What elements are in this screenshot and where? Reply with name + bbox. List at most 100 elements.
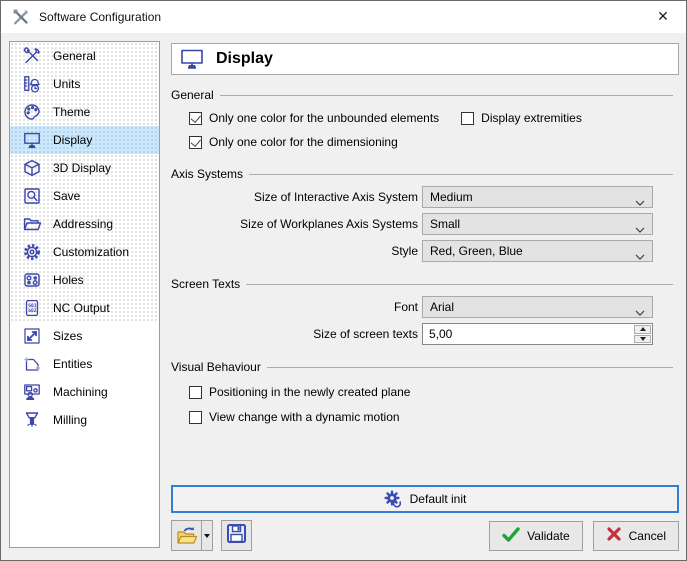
dimensioning-color-checkbox[interactable]	[189, 136, 202, 149]
group-title: Visual Behaviour	[171, 360, 261, 374]
group-title: Axis Systems	[171, 167, 243, 181]
sidebar-item-theme[interactable]: Theme	[10, 98, 159, 126]
gear-icon	[19, 240, 45, 264]
plate-holes-icon	[19, 268, 45, 292]
dropdown-arrow-icon	[204, 534, 210, 538]
svg-text:G01: G01	[28, 303, 37, 309]
sidebar-item-3d-display[interactable]: 3D Display	[10, 154, 159, 182]
form-row: Style Red, Green, Blue	[171, 240, 679, 262]
disk-magnifier-icon	[19, 184, 45, 208]
chevron-down-icon	[635, 249, 645, 263]
group-general-heading: General	[171, 88, 679, 102]
gcode-document-icon: G01 G02	[19, 296, 45, 320]
sidebar-item-label: General	[53, 49, 96, 63]
selected-value: Small	[430, 217, 460, 231]
settings-panel: Display General Only one color for the u…	[171, 43, 679, 424]
workplanes-axis-size-select[interactable]: Small	[422, 213, 653, 235]
screen-text-size-spinner	[422, 323, 653, 345]
group-screen-texts: Screen Texts Font Arial Size of screen t…	[171, 277, 679, 345]
field-label: Size of Interactive Axis System	[171, 190, 422, 204]
checkbox-label: Display extremities	[481, 111, 582, 125]
sidebar-item-holes[interactable]: Holes	[10, 266, 159, 294]
page-title: Display	[216, 50, 273, 68]
x-icon	[606, 526, 622, 545]
dialog-body: General Units	[1, 33, 686, 560]
field-label: Size of Workplanes Axis Systems	[171, 217, 422, 231]
svg-text:G02: G02	[28, 308, 37, 314]
sidebar-item-machining[interactable]: Machining	[10, 378, 159, 406]
open-dropdown-arrow[interactable]	[201, 521, 212, 550]
category-list: General Units	[9, 41, 160, 548]
spin-up-button[interactable]	[634, 325, 651, 334]
checkbox-row: View change with a dynamic motion	[189, 410, 679, 424]
sidebar-item-milling[interactable]: Milling	[10, 406, 159, 434]
sidebar-item-label: 3D Display	[53, 161, 111, 175]
sidebar-item-label: Display	[53, 133, 92, 147]
group-visual-heading: Visual Behaviour	[171, 360, 679, 374]
sidebar-item-nc-output[interactable]: G01 G02 NC Output	[10, 294, 159, 322]
selected-value: Red, Green, Blue	[430, 244, 523, 258]
checkbox-label: Positioning in the newly created plane	[209, 385, 410, 399]
open-config-split-button[interactable]	[171, 520, 213, 551]
crossed-tools-icon	[12, 8, 30, 26]
field-label: Font	[171, 300, 422, 314]
cancel-button[interactable]: Cancel	[593, 521, 679, 551]
chevron-down-icon	[635, 305, 645, 319]
group-axis-heading: Axis Systems	[171, 167, 679, 181]
palette-icon	[19, 100, 45, 124]
sidebar-item-label: Units	[53, 77, 80, 91]
sidebar-item-customization[interactable]: Customization	[10, 238, 159, 266]
chevron-down-icon	[635, 195, 645, 209]
dynamic-motion-checkbox[interactable]	[189, 411, 202, 424]
unbounded-elements-checkbox[interactable]	[189, 112, 202, 125]
checkmark-icon	[502, 527, 520, 545]
monitor-icon	[180, 48, 204, 70]
close-button[interactable]: ✕	[640, 1, 686, 32]
wrench-hammer-icon	[19, 44, 45, 68]
screen-text-size-input[interactable]	[423, 324, 631, 344]
field-label: Size of screen texts	[171, 327, 422, 341]
sidebar-item-general[interactable]: General	[10, 42, 159, 70]
diagonal-arrow-icon	[19, 324, 45, 348]
software-configuration-dialog: Software Configuration ✕ General	[0, 0, 687, 561]
sidebar-item-label: Holes	[53, 273, 84, 287]
ruler-bell-clock-icon	[19, 72, 45, 96]
sidebar-item-addressing[interactable]: Addressing	[10, 210, 159, 238]
footer-toolbar: Validate Cancel	[171, 520, 679, 551]
sidebar-item-sizes[interactable]: Sizes	[10, 322, 159, 350]
sidebar-item-label: Theme	[53, 105, 90, 119]
display-extremities-checkbox[interactable]	[461, 112, 474, 125]
checkbox-row: Only one color for the unbounded element…	[189, 111, 679, 125]
sidebar-item-save[interactable]: Save	[10, 182, 159, 210]
sidebar-item-label: Sizes	[53, 329, 82, 343]
font-select[interactable]: Arial	[422, 296, 653, 318]
axis-style-select[interactable]: Red, Green, Blue	[422, 240, 653, 262]
interactive-axis-size-select[interactable]: Medium	[422, 186, 653, 208]
sidebar-item-units[interactable]: Units	[10, 70, 159, 98]
sidebar-item-entities[interactable]: Entities	[10, 350, 159, 378]
open-folder-icon	[172, 521, 201, 550]
floppy-disk-icon	[226, 523, 247, 549]
validate-button[interactable]: Validate	[489, 521, 582, 551]
sidebar-item-label: Machining	[53, 385, 108, 399]
spin-down-button[interactable]	[634, 335, 651, 344]
sidebar-item-label: NC Output	[53, 301, 110, 315]
checkbox-label: Only one color for the dimensioning	[209, 135, 398, 149]
group-screen-heading: Screen Texts	[171, 277, 679, 291]
positioning-new-plane-checkbox[interactable]	[189, 386, 202, 399]
down-arrow-icon	[640, 337, 646, 341]
title-bar[interactable]: Software Configuration ✕	[1, 1, 686, 33]
sidebar-item-display[interactable]: Display	[10, 126, 159, 154]
default-init-button[interactable]: Default init	[171, 485, 679, 513]
up-arrow-icon	[640, 327, 646, 331]
checkbox-row: Positioning in the newly created plane	[189, 385, 679, 399]
selected-value: Medium	[430, 190, 473, 204]
group-title: Screen Texts	[171, 277, 240, 291]
monitor-icon	[19, 128, 45, 152]
group-divider	[246, 284, 673, 285]
selected-value: Arial	[430, 300, 454, 314]
field-label: Style	[171, 244, 422, 258]
save-config-button[interactable]	[221, 520, 252, 551]
group-visual-behaviour: Visual Behaviour Positioning in the newl…	[171, 360, 679, 424]
group-title: General	[171, 88, 214, 102]
